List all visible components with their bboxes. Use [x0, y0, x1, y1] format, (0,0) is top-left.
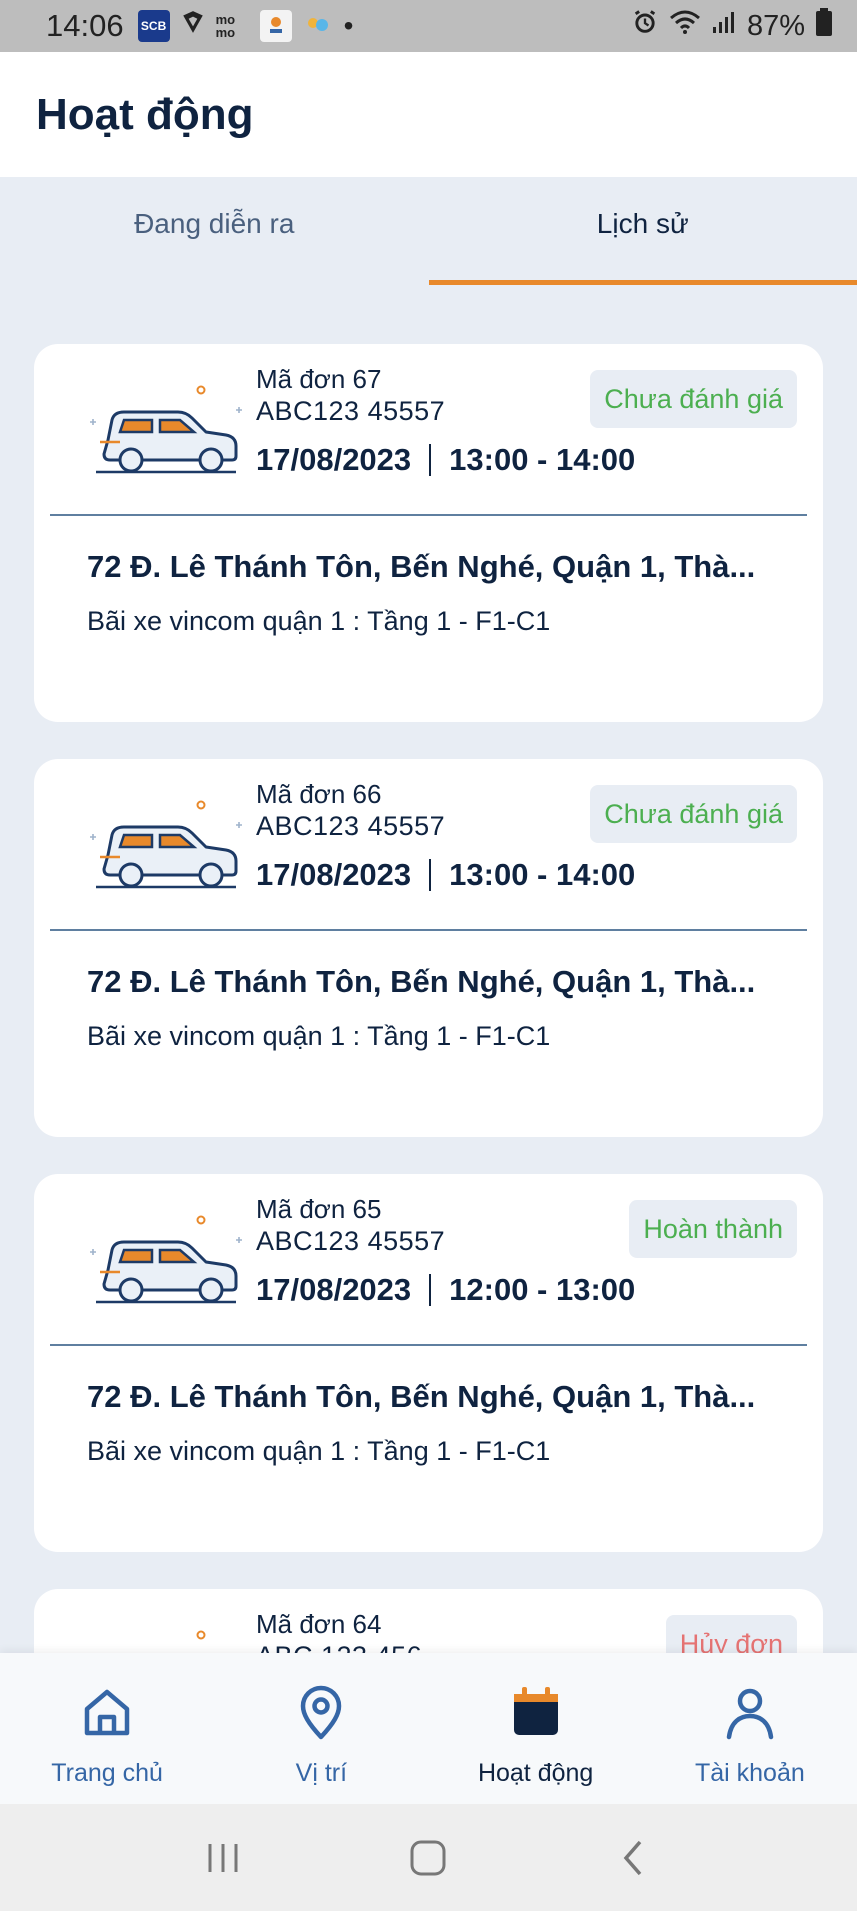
car-icon: [90, 800, 242, 889]
order-code: Mã đơn 65: [256, 1194, 382, 1224]
order-code: Mã đơn 67: [256, 364, 382, 394]
car-icon: [196, 1630, 206, 1640]
nav-activity[interactable]: Hoạt động: [429, 1653, 643, 1804]
home-square-icon: [410, 1840, 446, 1875]
datetime-separator: [429, 444, 432, 476]
status-badge[interactable]: Chưa đánh giá: [590, 370, 797, 428]
home-button[interactable]: [398, 1828, 458, 1888]
order-code: Mã đơn 66: [256, 779, 382, 809]
alarm-icon: [631, 8, 659, 44]
order-time: 12:00 - 13:00: [449, 1272, 636, 1307]
card-divider: [50, 514, 807, 516]
order-datetime: 17/08/2023 13:00 - 14:00: [256, 442, 635, 478]
system-navigation-bar: [0, 1804, 857, 1911]
signal-icon: [711, 9, 737, 43]
order-card[interactable]: Mã đơn 65 ABC123 45557 17/08/2023 12:00 …: [34, 1174, 823, 1552]
page-title: Hoạt động: [36, 90, 254, 139]
nav-account[interactable]: Tài khoản: [643, 1653, 857, 1804]
order-date: 17/08/2023: [256, 442, 412, 477]
status-bar: 14:06 SCB mo mo • 87%: [0, 0, 857, 52]
recent-apps-button[interactable]: [193, 1828, 253, 1888]
order-card[interactable]: Mã đơn 66 ABC123 45557 17/08/2023 13:00 …: [34, 759, 823, 1137]
back-icon: [623, 1840, 642, 1875]
back-button[interactable]: [604, 1828, 664, 1888]
order-time: 13:00 - 14:00: [449, 857, 636, 892]
order-address: 72 Đ. Lê Thánh Tôn, Bến Nghé, Quận 1, Th…: [87, 549, 756, 584]
scb-icon-label: SCB: [140, 19, 167, 33]
tab-ongoing-label: Đang diễn ra: [134, 208, 295, 239]
nav-home[interactable]: Trang chủ: [0, 1653, 214, 1804]
order-time: 13:00 - 14:00: [449, 442, 636, 477]
battery-icon: [815, 7, 833, 45]
nav-location-label: Vị trí: [295, 1759, 348, 1787]
bottom-navigation: Trang chủ Vị trí Hoạt động Tài khoản: [0, 1653, 857, 1804]
wifi-icon: [669, 8, 701, 44]
card-divider: [50, 1344, 807, 1346]
order-datetime: 17/08/2023 12:00 - 13:00: [256, 1272, 635, 1308]
home-icon: [84, 1689, 130, 1736]
datetime-separator: [429, 1274, 432, 1306]
app-icon: [259, 10, 292, 42]
order-card[interactable]: Mã đơn 64 ABC 123 456 Hủy đơn: [34, 1589, 823, 1653]
parking-lot: Bãi xe vincom quận 1 : Tầng 1 - F1-C1: [87, 606, 551, 636]
location-pin-icon: [301, 1685, 342, 1740]
order-date: 17/08/2023: [256, 857, 412, 892]
order-datetime: 17/08/2023 13:00 - 14:00: [256, 857, 635, 893]
nav-home-label: Trang chủ: [51, 1759, 163, 1787]
status-badge[interactable]: Chưa đánh giá: [590, 785, 797, 843]
order-address: 72 Đ. Lê Thánh Tôn, Bến Nghé, Quận 1, Th…: [87, 964, 756, 999]
datetime-separator: [429, 859, 432, 891]
license-plate: ABC 123 456: [256, 1641, 422, 1653]
order-card[interactable]: Mã đơn 67 ABC123 45557 17/08/2023 13:00 …: [34, 344, 823, 722]
dot-icon: •: [343, 10, 354, 41]
tab-ongoing[interactable]: Đang diễn ra: [0, 177, 429, 285]
scb-icon: SCB: [137, 10, 170, 42]
parking-lot: Bãi xe vincom quận 1 : Tầng 1 - F1-C1: [87, 1436, 551, 1466]
tab-bar: Đang diễn ra Lịch sử: [0, 177, 857, 285]
nav-location[interactable]: Vị trí: [214, 1653, 428, 1804]
car-icon: [90, 385, 242, 474]
battery-level: 87%: [746, 9, 805, 42]
tab-history[interactable]: Lịch sử: [428, 177, 857, 285]
user-icon: [726, 1688, 774, 1740]
app-header: Hoạt động: [0, 52, 857, 177]
order-address: 72 Đ. Lê Thánh Tôn, Bến Nghé, Quận 1, Th…: [87, 1379, 756, 1414]
nav-activity-label: Hoạt động: [477, 1759, 594, 1787]
shield-icon: [180, 9, 206, 43]
order-date: 17/08/2023: [256, 1272, 412, 1307]
calendar-icon: [513, 1687, 558, 1735]
recent-apps-icon: [208, 1843, 238, 1872]
status-badge[interactable]: Hủy đơn: [665, 1615, 797, 1653]
momo-icon: mo mo: [216, 10, 250, 42]
order-list[interactable]: Mã đơn 67 ABC123 45557 17/08/2023 13:00 …: [0, 285, 857, 1653]
card-divider: [50, 929, 807, 931]
car-icon: [90, 1215, 242, 1304]
nav-account-label: Tài khoản: [694, 1759, 805, 1787]
status-badge[interactable]: Hoàn thành: [629, 1200, 797, 1258]
parking-lot: Bãi xe vincom quận 1 : Tầng 1 - F1-C1: [87, 1021, 551, 1051]
order-code: Mã đơn 64: [256, 1609, 382, 1639]
momo-icon-label: mo mo: [215, 12, 236, 40]
status-time: 14:06: [46, 8, 124, 43]
tab-history-label: Lịch sử: [596, 208, 689, 239]
license-plate: ABC123 45557: [256, 1226, 446, 1256]
license-plate: ABC123 45557: [256, 811, 446, 841]
app-icon-2: [302, 10, 334, 42]
license-plate: ABC123 45557: [256, 396, 446, 426]
